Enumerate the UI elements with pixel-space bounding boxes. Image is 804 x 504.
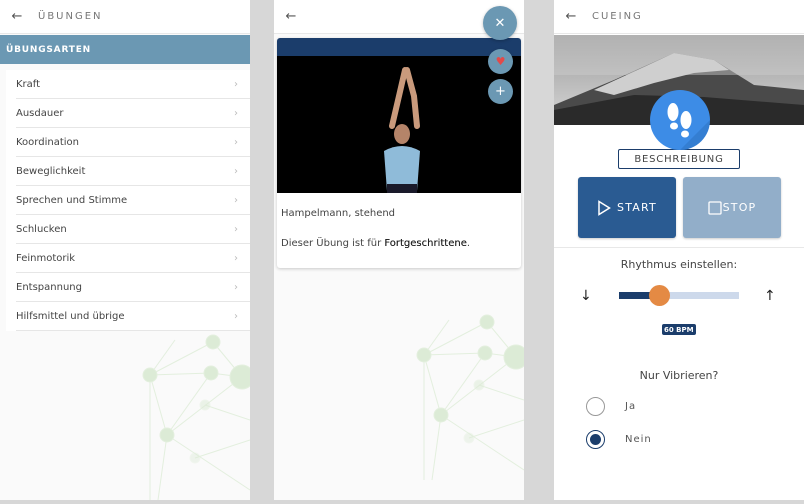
category-label: Beweglichkeit — [16, 165, 86, 177]
radio-button[interactable] — [586, 397, 605, 416]
rhythm-label: Rhythmus einstellen: — [620, 258, 738, 271]
back-arrow-icon[interactable]: ← — [274, 9, 308, 24]
description-suffix: . — [466, 238, 471, 249]
card-header-bar — [277, 38, 521, 56]
exercise-description: Dieser Übung ist für Fortgeschrittene. — [277, 219, 521, 249]
section-header: ÜBUNGSARTEN — [0, 35, 250, 64]
top-bar: ← ÜBUNGEN — [0, 0, 250, 34]
add-fab[interactable]: + — [488, 79, 513, 104]
category-label: Ausdauer — [16, 107, 64, 119]
radio-label: Ja — [625, 401, 637, 412]
category-item-hilfsmittel[interactable]: Hilfsmittel und übrige › — [16, 302, 250, 331]
slider-thumb[interactable] — [648, 285, 670, 306]
exercises-screen: ← ÜBUNGEN ÜBUNGSARTEN Kraft › Ausdauer › K… — [0, 0, 250, 500]
divider — [554, 247, 804, 248]
radio-option-nein[interactable]: Nein — [586, 430, 652, 449]
description-button[interactable]: BESCHREIBUNG — [618, 149, 740, 169]
close-icon: ✕ — [494, 15, 506, 31]
category-item-kraft[interactable]: Kraft › — [16, 70, 250, 99]
back-arrow-icon[interactable]: ← — [554, 9, 588, 24]
category-item-sprechen[interactable]: Sprechen und Stimme › — [16, 186, 250, 215]
back-arrow-icon[interactable]: ← — [0, 9, 34, 24]
category-item-feinmotorik[interactable]: Feinmotorik › — [16, 244, 250, 273]
exercise-detail-screen: ← Hampelmann, stehend Dieser Übung ist f… — [274, 0, 524, 500]
chevron-right-icon: › — [234, 107, 238, 119]
chevron-right-icon: › — [234, 223, 238, 235]
difficulty-level: Fortgeschrittene — [384, 238, 467, 249]
chevron-right-icon: › — [234, 310, 238, 322]
page-title: CUEING — [592, 11, 643, 22]
vibrate-question: Nur Vibrieren? — [639, 369, 719, 382]
chevron-right-icon: › — [234, 165, 238, 177]
play-icon — [598, 199, 611, 216]
category-item-ausdauer[interactable]: Ausdauer › — [16, 99, 250, 128]
bpm-badge: 60 BPM — [662, 324, 696, 335]
description-text: Dieser Übung ist für — [281, 238, 385, 249]
radio-option-ja[interactable]: Ja — [586, 397, 636, 416]
chevron-right-icon: › — [234, 281, 238, 293]
close-fab[interactable]: ✕ — [483, 6, 517, 40]
chevron-right-icon: › — [234, 194, 238, 206]
exercise-video[interactable] — [277, 56, 521, 193]
chevron-right-icon: › — [234, 252, 238, 264]
category-label: Entspannung — [16, 281, 82, 293]
category-label: Feinmotorik — [16, 252, 76, 264]
chevron-right-icon: › — [234, 78, 238, 90]
stop-button[interactable]: STOP — [683, 177, 781, 238]
rhythm-slider[interactable] — [619, 285, 739, 306]
exercise-card[interactable]: Hampelmann, stehend Dieser Übung ist für… — [277, 38, 521, 268]
category-label: Koordination — [16, 136, 79, 148]
category-list: Kraft › Ausdauer › Koordination › Beweglich… — [6, 70, 250, 331]
category-item-beweglichkeit[interactable]: Beweglichkeit › — [16, 157, 250, 186]
heart-icon: ♥ — [495, 55, 506, 68]
start-label: START — [617, 201, 657, 214]
category-item-koordination[interactable]: Koordination › — [16, 128, 250, 157]
footsteps-icon — [667, 103, 710, 150]
start-button[interactable]: START — [578, 177, 676, 238]
page-title: ÜBUNGEN — [38, 11, 103, 22]
stop-label: STOP — [722, 201, 757, 214]
category-label: Kraft — [16, 78, 41, 90]
arrow-down-icon[interactable]: ↓ — [580, 288, 592, 304]
stop-icon — [707, 200, 722, 215]
chevron-right-icon: › — [234, 136, 238, 148]
radio-label: Nein — [625, 434, 652, 445]
arrow-up-icon[interactable]: ↑ — [764, 288, 776, 304]
plus-icon: + — [495, 84, 506, 99]
top-bar: ← CUEING — [554, 0, 804, 34]
category-item-entspannung[interactable]: Entspannung › — [16, 273, 250, 302]
category-item-schlucken[interactable]: Schlucken › — [16, 215, 250, 244]
category-label: Sprechen und Stimme — [16, 194, 128, 206]
footsteps-button[interactable] — [650, 90, 710, 150]
category-label: Hilfsmittel und übrige — [16, 310, 125, 322]
exercise-title: Hampelmann, stehend — [281, 208, 396, 219]
cueing-screen: ← CUEING BESCHREIBUNG START STOP Rhythmu… — [554, 0, 804, 500]
radio-button[interactable] — [586, 430, 605, 449]
person-jumping-jack-image — [277, 56, 521, 193]
favorite-fab[interactable]: ♥ — [488, 49, 513, 74]
category-label: Schlucken — [16, 223, 67, 235]
